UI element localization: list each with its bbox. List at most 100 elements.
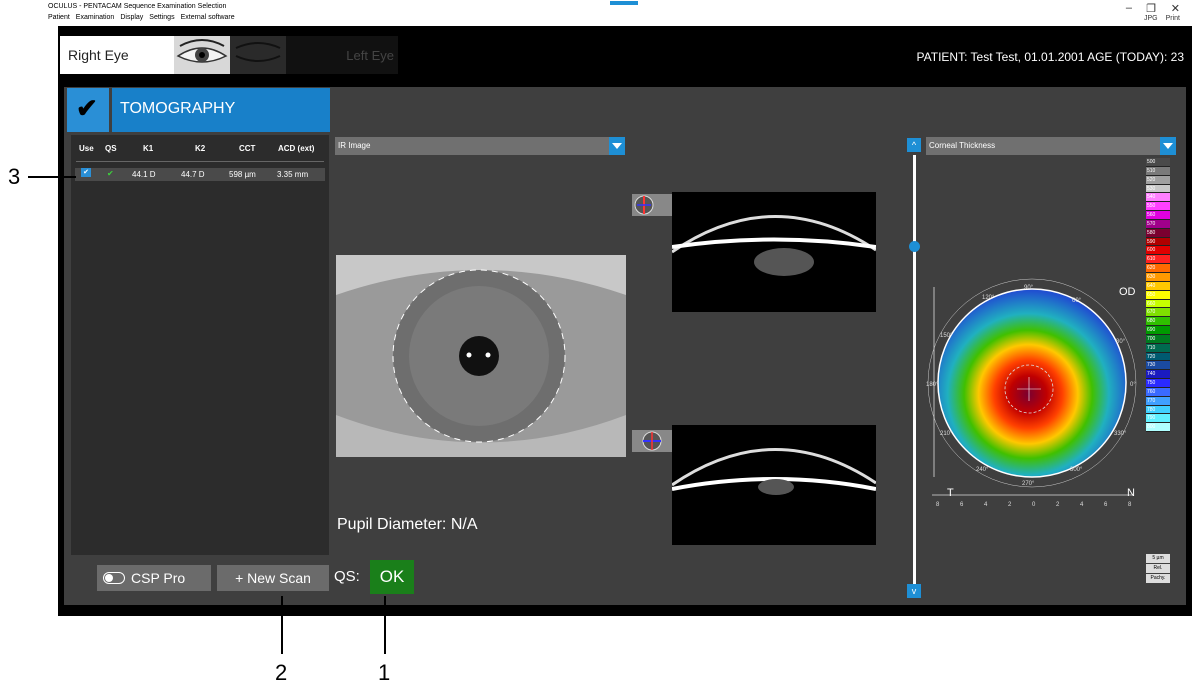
scheimpflug-image-bottom (672, 425, 876, 545)
map-type-label: Corneal Thickness (929, 141, 996, 150)
angle-90-label: 90° (1024, 285, 1034, 291)
x-tick-3: 4 (984, 502, 988, 507)
angle-120-label: 120° (982, 295, 995, 301)
x-tick-1: 8 (936, 502, 940, 507)
print-button[interactable]: Print (1166, 15, 1180, 22)
scan-orientation-icon-2[interactable] (632, 430, 672, 452)
tomography-label: TOMOGRAPHY (120, 100, 236, 117)
x-tick-5: 0 (1032, 502, 1036, 507)
callout-3: 3 (8, 164, 21, 189)
col-acd: ACD (ext) (278, 144, 315, 153)
scale-step-580: 580 (1146, 228, 1170, 238)
menu-examination[interactable]: Examination (76, 14, 115, 21)
x-tick-6: 2 (1056, 502, 1060, 507)
scale-step-800: 800 (1146, 423, 1170, 433)
scale-step-500: 500 (1146, 158, 1170, 167)
left-eye-button[interactable]: Left Eye (286, 36, 398, 74)
angle-0-label: 0° (1130, 382, 1136, 388)
scale-step-630: 630 (1146, 272, 1170, 282)
scale-step-710: 710 (1146, 343, 1170, 353)
scale-step-730: 730 (1146, 361, 1170, 371)
col-cct: CCT (239, 144, 256, 153)
new-scan-button[interactable]: + New Scan (217, 565, 329, 591)
scale-step-780: 780 (1146, 405, 1170, 415)
csp-pro-label: CSP Pro (131, 570, 186, 586)
acd-value: 3.35 mm (277, 170, 309, 179)
title-accent (610, 1, 638, 5)
scan-slider-track[interactable] (913, 155, 916, 595)
angle-300-label: 300° (1070, 467, 1083, 473)
x-tick-8: 6 (1104, 502, 1108, 507)
scale-step-770: 770 (1146, 396, 1170, 406)
nasal-label: N (1127, 487, 1135, 499)
scale-step-760: 760 (1146, 387, 1170, 397)
map-type-dropdown[interactable]: Corneal Thickness (926, 137, 1176, 155)
angle-270-label: 270° (1022, 481, 1035, 487)
scale-step-650: 650 (1146, 290, 1170, 300)
scale-step-680: 680 (1146, 317, 1170, 327)
x-tick-4: 2 (1008, 502, 1012, 507)
exam-table-header: Use QS K1 K2 CCT ACD (ext) (71, 144, 329, 158)
close-icon[interactable]: ✕ (1171, 2, 1180, 15)
slider-up-button[interactable]: ^ (907, 138, 921, 152)
restore-icon[interactable]: ❐ (1146, 2, 1156, 15)
scale-step-750: 750 (1146, 379, 1170, 388)
step-5um-button[interactable]: 5 µm (1146, 554, 1170, 563)
open-eye-icon[interactable] (174, 36, 230, 74)
eye-selector: Right Eye Left Eye (60, 36, 398, 74)
exam-list: Use QS K1 K2 CCT ACD (ext) ✔ ✔ 44.1 D 44… (71, 135, 329, 555)
scale-step-590: 590 (1146, 237, 1170, 247)
tomography-check-button[interactable]: ✔ (67, 88, 109, 132)
pachymetry-color-scale: 500 510 520 530 540 550 560 570 580 590 600 610 620 6… (1146, 158, 1170, 433)
menu-external-software[interactable]: External software (181, 14, 235, 21)
callout-1: 1 (378, 660, 391, 685)
scale-step-550: 550 (1146, 202, 1170, 212)
scale-step-530: 530 (1146, 184, 1170, 194)
ir-eye-image (336, 255, 626, 457)
scale-step-690: 690 (1146, 326, 1170, 335)
check-icon: ✔ (76, 93, 98, 123)
ir-image-dropdown[interactable]: IR Image (335, 137, 625, 155)
jpg-button[interactable]: JPG (1144, 15, 1158, 22)
k2-value: 44.7 D (181, 170, 205, 179)
menu-patient[interactable]: Patient (48, 14, 70, 21)
use-checkbox[interactable]: ✔ (81, 168, 91, 177)
scale-step-540: 540 (1146, 193, 1170, 203)
minimize-icon[interactable]: – (1126, 2, 1132, 14)
scale-step-520: 520 (1146, 175, 1170, 185)
scan-orientation-icon[interactable] (632, 194, 672, 216)
menu-settings[interactable]: Settings (149, 14, 174, 21)
pupil-diameter: Pupil Diameter: N/A (337, 516, 478, 533)
angle-60-label: 60° (1072, 298, 1082, 304)
col-use: Use (79, 144, 94, 153)
od-label: OD (1119, 286, 1136, 298)
callout-line-3 (28, 176, 76, 178)
callout-2: 2 (275, 660, 288, 685)
corneal-thickness-map[interactable]: 90° 60° 30° 0° 330° 300° 270° 240° 210° … (924, 277, 1144, 507)
x-tick-7: 4 (1080, 502, 1084, 507)
angle-180-label: 180° (926, 382, 939, 388)
right-eye-button[interactable]: Right Eye (60, 36, 174, 74)
menu-display[interactable]: Display (120, 14, 143, 21)
qs-check-icon: ✔ (107, 169, 114, 178)
qs-ok-badge[interactable]: OK (370, 560, 414, 594)
slider-down-button[interactable]: v (907, 584, 921, 598)
scan-slider-handle[interactable] (909, 241, 920, 252)
qs-ok-label: OK (379, 567, 405, 586)
closed-eye-icon[interactable] (230, 36, 286, 74)
scheimpflug-image-top (672, 192, 876, 312)
table-row[interactable]: ✔ ✔ 44.1 D 44.7 D 598 µm 3.35 mm (75, 168, 325, 181)
pachy-button[interactable]: Pachy. (1146, 574, 1170, 583)
csp-pro-toggle[interactable]: CSP Pro (97, 565, 211, 591)
scale-step-720: 720 (1146, 352, 1170, 362)
angle-330-label: 330° (1114, 431, 1127, 437)
relative-button[interactable]: Rel. (1146, 564, 1170, 573)
scale-step-560: 560 (1146, 211, 1170, 220)
scale-step-670: 670 (1146, 308, 1170, 318)
col-qs: QS (105, 144, 117, 153)
scale-step-610: 610 (1146, 255, 1170, 265)
title-bar: OCULUS - PENTACAM Sequence Examination S… (0, 0, 1192, 26)
app-window: Right Eye Left Eye PATIENT: Test Test, 0… (58, 26, 1192, 616)
header-divider (76, 161, 324, 162)
tomography-tab[interactable]: TOMOGRAPHY (112, 88, 330, 132)
